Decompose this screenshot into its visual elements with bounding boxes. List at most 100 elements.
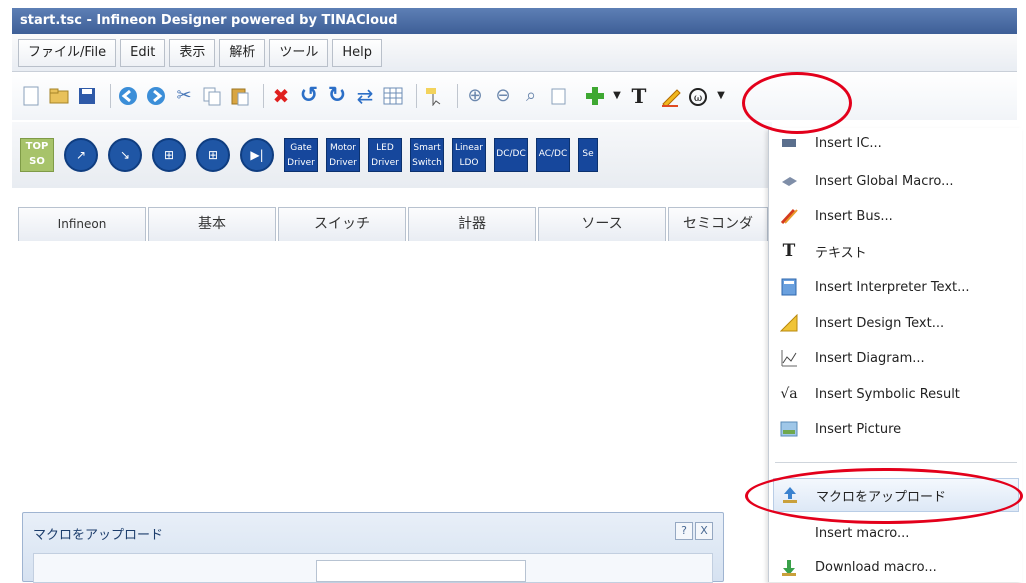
sensor-button[interactable]: Se <box>578 138 598 172</box>
ic-icon <box>779 133 799 153</box>
print-icon[interactable] <box>548 85 570 107</box>
interpreter-icon <box>779 277 799 297</box>
upload-macro-dialog: マクロをアップロード ? X <box>22 512 724 583</box>
upload-macro-icon <box>780 485 800 505</box>
transistor-pnp-icon[interactable]: ↘ <box>108 138 142 172</box>
gate-driver-button[interactable]: Gate Driver <box>284 138 318 172</box>
menu-item-insert-bus[interactable]: Insert Bus... <box>769 201 1023 231</box>
dialog-title: マクロをアップロード <box>33 528 164 543</box>
undo-icon[interactable]: ↺ <box>298 85 320 107</box>
zoom-in-icon[interactable]: ⊕ <box>464 85 486 107</box>
led-driver-button[interactable]: LED Driver <box>368 138 402 172</box>
new-file-icon[interactable] <box>20 85 42 107</box>
tab-switch[interactable]: スイッチ <box>278 207 406 241</box>
menu-item-label: Insert macro... <box>815 525 910 541</box>
dcdc-label: DC/DC <box>496 149 526 159</box>
pencil-icon[interactable] <box>660 85 682 107</box>
menu-separator <box>775 462 1017 463</box>
formula-icon[interactable]: ω <box>688 85 710 107</box>
tab-sources[interactable]: ソース <box>538 207 666 241</box>
motor-driver-label: Driver <box>329 158 357 168</box>
menu-item-download-macro[interactable]: Download macro... <box>769 552 1023 582</box>
menu-item-insert-symbolic-result[interactable]: √a Insert Symbolic Result <box>769 379 1023 409</box>
smart-switch-button[interactable]: Smart Switch <box>410 138 444 172</box>
menu-item-insert-ic[interactable]: Insert IC... <box>769 128 1023 158</box>
toolbar-separator <box>457 84 458 108</box>
menu-item-insert-global-macro[interactable]: Insert Global Macro... <box>769 166 1023 196</box>
dcdc-button[interactable]: DC/DC <box>494 138 528 172</box>
menu-item-label: Insert Picture <box>815 421 902 437</box>
menu-item-label: マクロをアップロード <box>816 489 947 505</box>
linear-ldo-button[interactable]: Linear LDO <box>452 138 486 172</box>
help-button[interactable]: ? <box>675 522 693 540</box>
copy-icon[interactable] <box>201 85 223 107</box>
menu-item-insert-macro[interactable]: Insert macro... <box>769 520 1023 546</box>
gate-driver-label: Driver <box>287 158 315 168</box>
tab-basic[interactable]: 基本 <box>148 207 276 241</box>
acdc-button[interactable]: AC/DC <box>536 138 570 172</box>
led-driver-label: LED <box>376 143 394 153</box>
swap-icon[interactable]: ⇄ <box>354 85 376 107</box>
menu-item-label: Insert Interpreter Text... <box>815 279 970 295</box>
cut-icon[interactable]: ✂ <box>173 85 195 107</box>
zoom-out-icon[interactable]: ⊖ <box>492 85 514 107</box>
menu-item-text[interactable]: T テキスト <box>769 236 1023 266</box>
mosfet-n-icon[interactable]: ⊞ <box>152 138 186 172</box>
menu-item-label: Insert Diagram... <box>815 350 925 366</box>
tab-semiconductors[interactable]: セミコンダ <box>668 207 768 241</box>
led-driver-label: Driver <box>371 158 399 168</box>
motor-driver-button[interactable]: Motor Driver <box>326 138 360 172</box>
chevron-down-icon[interactable]: ▼ <box>612 85 622 107</box>
mosfet-p-icon[interactable]: ⊞ <box>196 138 230 172</box>
picture-icon <box>779 419 799 439</box>
open-folder-icon[interactable] <box>48 85 70 107</box>
menu-tools[interactable]: ツール <box>269 38 329 67</box>
blank-icon <box>779 523 799 543</box>
back-icon[interactable] <box>117 85 139 107</box>
insert-plus-icon[interactable] <box>584 85 606 107</box>
toolbar-separator <box>263 84 264 108</box>
menu-view[interactable]: 表示 <box>169 38 216 67</box>
tab-infineon[interactable]: Infineon <box>18 207 146 241</box>
component-bar: TOP SO ↗ ↘ ⊞ ⊞ ▶| Gate Driver Motor Driv… <box>12 122 772 188</box>
main-toolbar: ✂ ✖ ↺ ↻ ⇄ ⊕ ⊖ ⌕ ▼ T ω ▼ <box>12 72 1017 120</box>
menu-item-insert-interpreter-text[interactable]: Insert Interpreter Text... <box>769 272 1023 302</box>
component-tabs: Infineon 基本 スイッチ 計器 ソース セミコンダ <box>18 207 770 241</box>
paste-icon[interactable] <box>229 85 251 107</box>
bus-icon <box>779 206 799 226</box>
global-macro-icon <box>779 171 799 191</box>
redo-icon[interactable]: ↻ <box>326 85 348 107</box>
pointer-icon[interactable] <box>423 85 445 107</box>
close-button[interactable]: X <box>695 522 713 540</box>
smart-switch-label: Smart <box>413 143 441 153</box>
menu-item-label: Insert Design Text... <box>815 315 945 331</box>
top-label: SO <box>29 156 45 167</box>
table-icon[interactable] <box>382 85 404 107</box>
linear-ldo-label: Linear <box>455 143 483 153</box>
menu-item-insert-picture[interactable]: Insert Picture <box>769 414 1023 444</box>
diagram-icon <box>779 348 799 368</box>
menu-item-upload-macro[interactable]: マクロをアップロード <box>773 478 1019 512</box>
menu-item-label: Insert Global Macro... <box>815 173 954 189</box>
menu-item-insert-design-text[interactable]: Insert Design Text... <box>769 308 1023 338</box>
menu-item-insert-diagram[interactable]: Insert Diagram... <box>769 343 1023 373</box>
dialog-file-field[interactable] <box>316 560 526 582</box>
tab-meters[interactable]: 計器 <box>408 207 536 241</box>
window-title: start.tsc - Infineon Designer powered by… <box>20 13 398 28</box>
zoom-fit-icon[interactable]: ⌕ <box>520 85 542 107</box>
menu-edit[interactable]: Edit <box>120 38 166 67</box>
design-text-icon <box>779 313 799 333</box>
save-icon[interactable] <box>76 85 98 107</box>
menu-help[interactable]: Help <box>332 38 383 67</box>
diode-icon[interactable]: ▶| <box>240 138 274 172</box>
transistor-npn-icon[interactable]: ↗ <box>64 138 98 172</box>
menu-analysis[interactable]: 解析 <box>219 38 266 67</box>
delete-icon[interactable]: ✖ <box>270 85 292 107</box>
forward-icon[interactable] <box>145 85 167 107</box>
text-tool-icon[interactable]: T <box>628 85 650 107</box>
top-component-button[interactable]: TOP SO <box>20 138 54 172</box>
gate-driver-label: Gate <box>290 143 312 153</box>
chevron-down-icon[interactable]: ▼ <box>716 85 726 107</box>
toolbar-separator <box>416 84 417 108</box>
menu-file[interactable]: ファイル/File <box>18 38 117 67</box>
